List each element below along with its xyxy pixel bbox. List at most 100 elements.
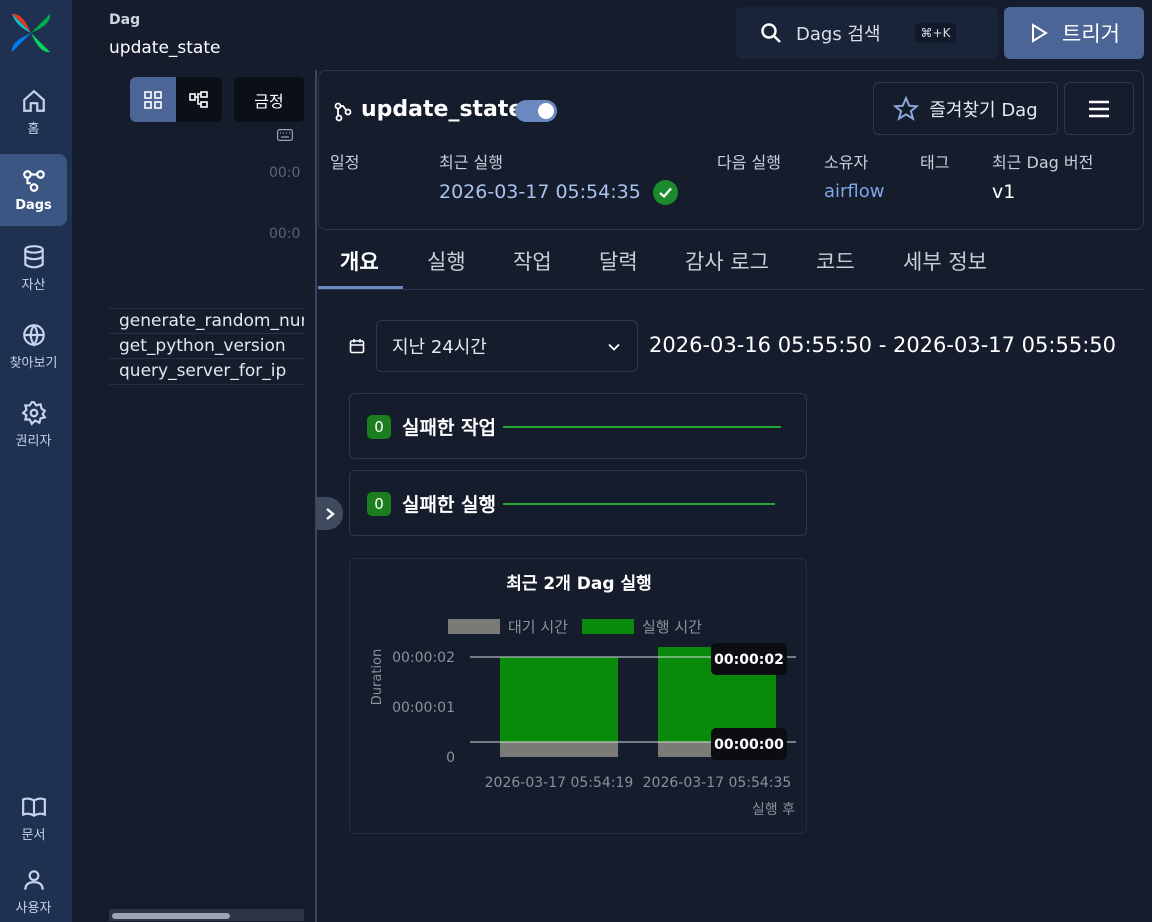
- horizontal-scrollbar[interactable]: [109, 909, 304, 921]
- dag-version-value: v1: [992, 181, 1016, 203]
- task-item-generate-random-num[interactable]: generate_random_num: [109, 308, 304, 334]
- search-icon: [761, 23, 781, 43]
- tab-details[interactable]: 세부 정보: [903, 246, 987, 276]
- graph-icon: [189, 90, 208, 108]
- graph-view-button[interactable]: [176, 77, 222, 122]
- view-toggle: [130, 77, 222, 122]
- dag-title: update_state: [361, 97, 524, 122]
- tab-code[interactable]: 코드: [816, 246, 855, 276]
- active-tab-indicator: [318, 286, 403, 289]
- dag-pause-toggle[interactable]: [515, 100, 557, 122]
- search-label: Dags 검색: [796, 24, 881, 45]
- nav-item-admin[interactable]: 권리자: [0, 388, 67, 460]
- last-run-link[interactable]: 2026-03-17 05:54:35: [439, 181, 641, 203]
- time-range-value: 지난 24시간: [392, 337, 487, 358]
- search-shortcut: ⌘+K: [914, 23, 957, 43]
- home-icon: [22, 89, 45, 112]
- toggle-knob: [538, 103, 554, 119]
- meta-label-dag-version: 최근 Dag 버전: [992, 153, 1094, 172]
- task-item-query-server-for-ip[interactable]: query_server_for_ip: [109, 359, 304, 385]
- failed-tasks-card[interactable]: 0 실패한 작업: [349, 393, 807, 459]
- recent-runs-chart-card: 최근 2개 Dag 실행 대기 시간 실행 시간 Duration 0 00:00:…: [349, 558, 807, 834]
- grid-icon: [144, 90, 162, 109]
- nav-item-user[interactable]: 사용자: [0, 860, 67, 922]
- failed-runs-card[interactable]: 0 실패한 실행: [349, 470, 807, 536]
- count-badge: 0: [367, 415, 391, 439]
- chevron-right-icon: [325, 507, 335, 520]
- y-tick-label: 00:00:01: [392, 700, 455, 716]
- dag-icon: [334, 102, 352, 122]
- favorite-label: 즐겨찾기 Dag: [929, 99, 1038, 121]
- nav-item-label: 문서: [21, 827, 46, 843]
- grid-view-button[interactable]: [130, 77, 176, 122]
- chart-bar: [500, 742, 618, 757]
- chart-title: 최근 2개 Dag 실행: [506, 574, 652, 594]
- user-icon: [23, 869, 44, 890]
- task-list: generate_random_num get_python_version q…: [109, 308, 304, 385]
- grid-panel: Dag update_state 금정 00:0 00:0 generate_r…: [72, 0, 318, 922]
- y-tick-label: 00:00:02: [392, 650, 455, 666]
- chart-bar: [500, 657, 618, 742]
- trend-line: [503, 426, 781, 428]
- nav-item-docs[interactable]: 문서: [0, 782, 67, 854]
- breadcrumb-dag-name: update_state: [109, 38, 221, 58]
- legend-label: 대기 시간: [508, 618, 568, 636]
- count-badge: 0: [367, 492, 391, 516]
- time-range-select[interactable]: 지난 24시간: [376, 320, 638, 372]
- main-nav: 홈 Dags 자산 찾아보기 권리자 문서 사용자: [0, 0, 72, 922]
- tab-overview[interactable]: 개요: [340, 246, 379, 276]
- owner-link[interactable]: airflow: [824, 181, 885, 202]
- dag-header-card: update_state 즐겨찾기 Dag 일정 최근 실행 다음 실행 소유자…: [318, 70, 1144, 230]
- breadcrumb-section[interactable]: Dag: [109, 12, 140, 28]
- nav-item-label: 권리자: [15, 433, 52, 449]
- nav-item-label: 홈: [27, 121, 40, 137]
- time-range-text: 2026-03-16 05:55:50 - 2026-03-17 05:55:5…: [649, 333, 1116, 357]
- calendar-icon: [349, 339, 365, 354]
- trigger-button[interactable]: 트리거: [1004, 7, 1144, 59]
- nav-item-label: 찾아보기: [9, 355, 58, 371]
- success-status-icon: [653, 180, 678, 205]
- database-icon: [23, 244, 44, 268]
- keyboard-icon[interactable]: [277, 129, 293, 141]
- legend-swatch: [448, 619, 500, 634]
- panel-divider[interactable]: [315, 70, 317, 922]
- y-axis-label: Duration: [370, 649, 385, 705]
- legend-label: 실행 시간: [642, 618, 702, 636]
- time-tick: 00:0: [269, 165, 301, 181]
- nav-item-label: 자산: [21, 277, 46, 293]
- tab-audit-log[interactable]: 감사 로그: [685, 246, 769, 276]
- tab-calendar[interactable]: 달력: [599, 246, 638, 276]
- nav-item-home[interactable]: 홈: [0, 76, 67, 148]
- x-tick-label: 2026-03-17 05:54:35: [643, 775, 792, 791]
- nav-item-label: Dags: [15, 197, 52, 213]
- x-axis-label: 실행 후: [752, 802, 795, 818]
- favorite-dag-button[interactable]: 즐겨찾기 Dag: [873, 82, 1058, 135]
- task-item-get-python-version[interactable]: get_python_version: [109, 334, 304, 359]
- reference-tooltip-label: 00:00:02: [714, 652, 784, 668]
- nav-item-dags[interactable]: Dags: [0, 154, 67, 226]
- reference-tooltip-label: 00:00:00: [714, 737, 784, 753]
- meta-label-schedule: 일정: [330, 153, 360, 172]
- star-icon: [893, 95, 920, 121]
- meta-label-next-run: 다음 실행: [717, 153, 781, 172]
- book-icon: [21, 796, 46, 817]
- nav-item-assets[interactable]: 자산: [0, 232, 67, 304]
- meta-label-last-run: 최근 실행: [439, 153, 503, 172]
- stat-label: 실패한 작업: [402, 417, 497, 439]
- collapse-panel-button[interactable]: [316, 497, 343, 530]
- hamburger-menu-icon: [1089, 100, 1109, 117]
- gear-icon: [20, 400, 47, 426]
- tab-tasks[interactable]: 작업: [513, 246, 552, 276]
- nav-item-browse[interactable]: 찾아보기: [0, 310, 67, 382]
- meta-label-owner: 소유자: [824, 153, 869, 172]
- x-tick-label: 2026-03-17 05:54:19: [485, 775, 634, 791]
- search-button[interactable]: Dags 검색 ⌘+K: [736, 7, 998, 59]
- scrollbar-thumb[interactable]: [112, 913, 230, 919]
- airflow-logo-icon[interactable]: [8, 10, 54, 56]
- stat-label: 실패한 실행: [402, 494, 497, 516]
- today-button[interactable]: 금정: [234, 77, 304, 122]
- menu-button[interactable]: [1064, 82, 1134, 135]
- nav-item-label: 사용자: [15, 900, 52, 916]
- dags-icon: [22, 169, 45, 192]
- tab-runs[interactable]: 실행: [427, 246, 466, 276]
